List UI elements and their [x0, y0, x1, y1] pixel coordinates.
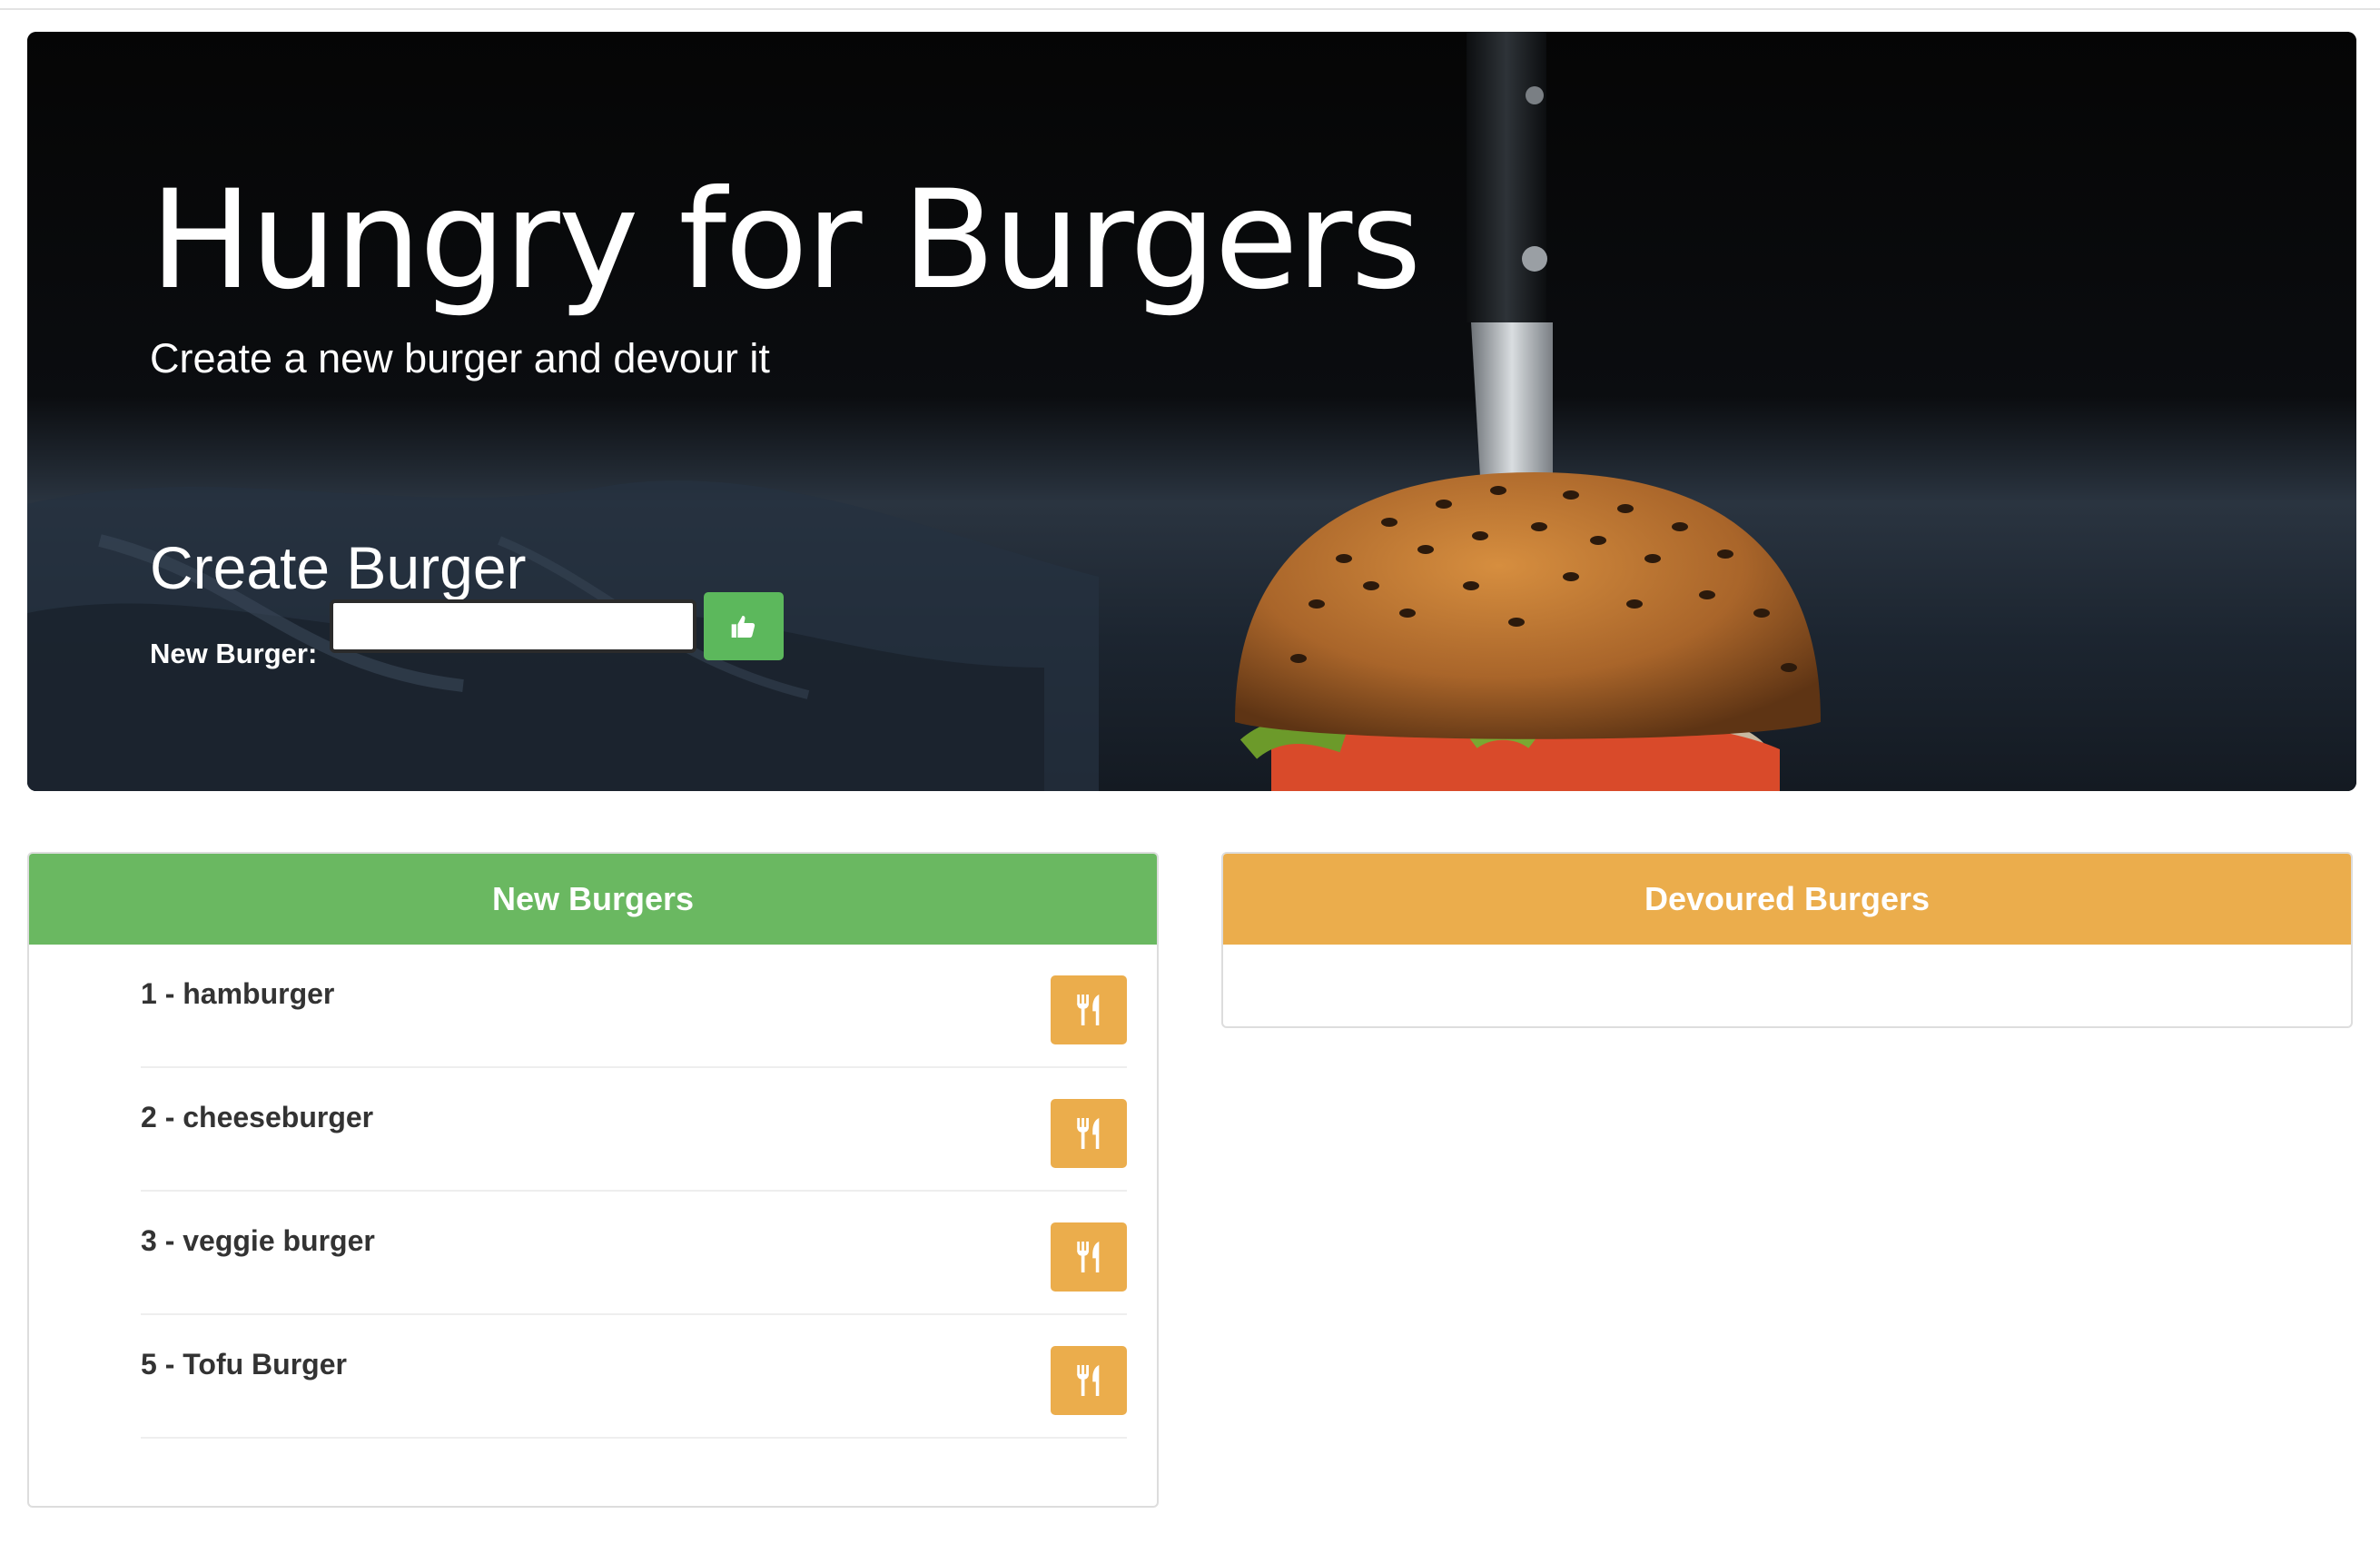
utensils-icon — [1077, 995, 1100, 1025]
new-burger-label: New Burger: — [150, 638, 318, 669]
burger-label: 5 - Tofu Burger — [141, 1348, 347, 1381]
new-burgers-panel: New Burgers 1 - hamburger 2 - cheeseburg… — [27, 852, 1159, 1508]
list-item: 3 - veggie burger — [141, 1192, 1127, 1315]
devour-button[interactable] — [1051, 1346, 1127, 1415]
devoured-burgers-header: Devoured Burgers — [1223, 854, 2351, 945]
devour-button[interactable] — [1051, 975, 1127, 1044]
create-burger-heading: Create Burger — [150, 534, 527, 601]
submit-burger-button[interactable] — [704, 592, 784, 660]
burger-label: 1 - hamburger — [141, 977, 335, 1010]
list-item: 2 - cheeseburger — [141, 1068, 1127, 1192]
utensils-icon — [1077, 1118, 1100, 1149]
hero-banner: Hungry for Burgers Create a new burger a… — [27, 32, 2356, 791]
devour-button[interactable] — [1051, 1222, 1127, 1292]
new-burgers-list: 1 - hamburger 2 - cheeseburger 3 - veggi… — [29, 945, 1157, 1439]
hero-background-image — [27, 32, 2356, 791]
utensils-icon — [1077, 1242, 1100, 1272]
page-title: Hungry for Burgers — [150, 162, 1422, 320]
devour-button[interactable] — [1051, 1099, 1127, 1168]
new-burgers-header: New Burgers — [29, 854, 1157, 945]
list-item: 1 - hamburger — [141, 945, 1127, 1068]
thumbs-up-icon — [731, 615, 755, 638]
burger-label: 2 - cheeseburger — [141, 1101, 374, 1133]
burger-label: 3 - veggie burger — [141, 1224, 375, 1257]
top-divider — [0, 8, 2380, 10]
page-subtitle: Create a new burger and devour it — [150, 335, 770, 381]
utensils-icon — [1077, 1365, 1100, 1396]
devoured-burgers-panel: Devoured Burgers — [1221, 852, 2353, 1028]
new-burger-input[interactable] — [330, 599, 696, 653]
list-item: 5 - Tofu Burger — [141, 1315, 1127, 1439]
